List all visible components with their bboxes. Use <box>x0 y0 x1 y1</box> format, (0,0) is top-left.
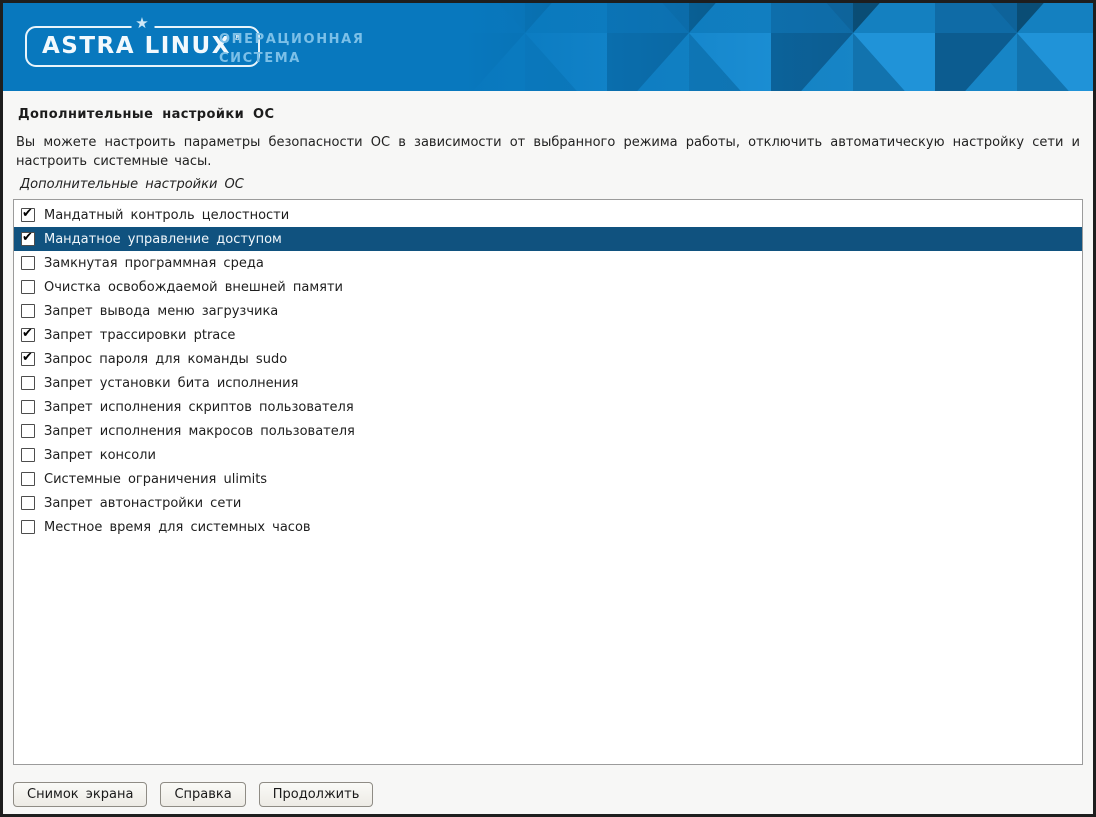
checkbox[interactable]: ✔ <box>21 304 35 318</box>
checkbox[interactable]: ✔ <box>21 496 35 510</box>
star-icon: ★ <box>131 15 154 31</box>
checkmark-icon: ✔ <box>22 326 33 342</box>
installer-window: ★ ASTRA LINUX® ОПЕРАЦИОННАЯ СИСТЕМА Допо… <box>0 0 1096 817</box>
checkbox[interactable]: ✔ <box>21 376 35 390</box>
brand-line-2: СИСТЕМА <box>219 49 364 68</box>
list-item[interactable]: ✔ Замкнутая программная среда <box>14 251 1082 275</box>
checkmark-icon: ✔ <box>22 206 33 222</box>
checkbox[interactable]: ✔ <box>21 400 35 414</box>
continue-button[interactable]: Продолжить <box>259 782 374 807</box>
checkbox[interactable]: ✔ <box>21 232 35 246</box>
list-item[interactable]: ✔ Запрет исполнения макросов пользовател… <box>14 419 1082 443</box>
checkbox[interactable]: ✔ <box>21 424 35 438</box>
brand-caption: ОПЕРАЦИОННАЯ СИСТЕМА <box>219 30 364 68</box>
list-item-label: Системные ограничения ulimits <box>44 472 267 487</box>
list-item[interactable]: ✔ Очистка освобождаемой внешней памяти <box>14 275 1082 299</box>
options-list: ✔ Мандатный контроль целостности ✔ Манда… <box>13 199 1083 765</box>
help-button[interactable]: Справка <box>160 782 245 807</box>
list-item-label: Запрет установки бита исполнения <box>44 376 298 391</box>
list-item[interactable]: ✔ Запрет исполнения скриптов пользовател… <box>14 395 1082 419</box>
checkbox[interactable]: ✔ <box>21 472 35 486</box>
header-banner: ★ ASTRA LINUX® ОПЕРАЦИОННАЯ СИСТЕМА <box>3 3 1093 91</box>
checkbox[interactable]: ✔ <box>21 280 35 294</box>
checkbox[interactable]: ✔ <box>21 352 35 366</box>
list-item-label: Местное время для системных часов <box>44 520 311 535</box>
page-subtitle: Дополнительные настройки ОС <box>20 177 1080 192</box>
list-item[interactable]: ✔ Запрет трассировки ptrace <box>14 323 1082 347</box>
list-item-label: Запрос пароля для команды sudo <box>44 352 287 367</box>
list-item[interactable]: ✔ Запрет консоли <box>14 443 1082 467</box>
brand-line-1: ОПЕРАЦИОННАЯ <box>219 30 364 49</box>
list-item-label: Запрет исполнения макросов пользователя <box>44 424 355 439</box>
list-item[interactable]: ✔ Запрет вывода меню загрузчика <box>14 299 1082 323</box>
list-item-label: Очистка освобождаемой внешней памяти <box>44 280 343 295</box>
main-content: Дополнительные настройки ОС Вы можете на… <box>3 107 1093 765</box>
checkmark-icon: ✔ <box>22 230 33 246</box>
list-item[interactable]: ✔ Местное время для системных часов <box>14 515 1082 539</box>
checkbox[interactable]: ✔ <box>21 208 35 222</box>
list-item-label: Запрет автонастройки сети <box>44 496 241 511</box>
list-item-label: Запрет вывода меню загрузчика <box>44 304 278 319</box>
checkbox[interactable]: ✔ <box>21 328 35 342</box>
list-item-label: Мандатное управление доступом <box>44 232 282 247</box>
list-item-label: Запрет исполнения скриптов пользователя <box>44 400 354 415</box>
list-item[interactable]: ✔ Запрет установки бита исполнения <box>14 371 1082 395</box>
screenshot-button[interactable]: Снимок экрана <box>13 782 147 807</box>
checkmark-icon: ✔ <box>22 350 33 366</box>
checkbox[interactable]: ✔ <box>21 448 35 462</box>
list-item[interactable]: ✔ Системные ограничения ulimits <box>14 467 1082 491</box>
list-item-label: Замкнутая программная среда <box>44 256 264 271</box>
page-description: Вы можете настроить параметры безопаснос… <box>16 133 1080 171</box>
list-item[interactable]: ✔ Мандатный контроль целостности <box>14 203 1082 227</box>
list-item-label: Запрет консоли <box>44 448 156 463</box>
list-item[interactable]: ✔ Мандатное управление доступом <box>14 227 1082 251</box>
checkbox[interactable]: ✔ <box>21 520 35 534</box>
list-item[interactable]: ✔ Запрет автонастройки сети <box>14 491 1082 515</box>
checkbox[interactable]: ✔ <box>21 256 35 270</box>
logo-text: ASTRA LINUX <box>42 33 231 59</box>
page-title: Дополнительные настройки ОС <box>18 107 1078 122</box>
footer-bar: Снимок экрана Справка Продолжить <box>3 775 1093 814</box>
list-item[interactable]: ✔ Запрос пароля для команды sudo <box>14 347 1082 371</box>
list-item-label: Мандатный контроль целостности <box>44 208 289 223</box>
list-item-label: Запрет трассировки ptrace <box>44 328 235 343</box>
